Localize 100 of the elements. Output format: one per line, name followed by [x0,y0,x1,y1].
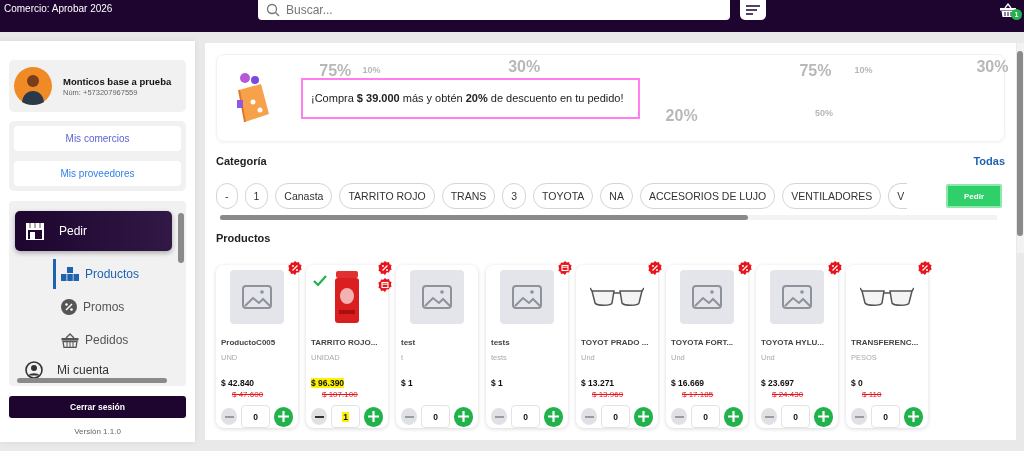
product-price: $ 23.697 [761,378,795,389]
category-chip[interactable]: VENTILADORES [782,183,882,209]
product-name: TOYOTA FORT... [671,338,735,347]
quantity-field[interactable]: 0 [601,405,630,428]
menu-icon [746,5,760,15]
product-name: TOYOT PRADO ... [581,338,650,347]
logout-button[interactable]: Cerrar sesión [9,396,186,418]
section-title: Productos [216,232,272,244]
product-price: $ 96.390 [311,378,345,389]
minus-icon [314,415,324,418]
increase-button[interactable] [453,406,473,427]
category-chip[interactable]: 3 [502,183,527,209]
category-chip[interactable]: - [216,183,238,209]
increase-button[interactable] [813,406,833,427]
decor-percent-text: 30% [508,58,541,77]
category-chip[interactable]: TOYOTA [533,183,594,209]
product-price: $ 0 [851,378,863,389]
product-price: $ 1 [491,378,503,389]
minus-icon [224,415,234,418]
section-title: Categoría [216,155,267,167]
old-price: $ 13.969 [592,390,625,400]
scrollbar[interactable] [17,378,167,383]
sidebar-link-button[interactable]: Mis proveedores [14,161,181,186]
decrease-button[interactable] [311,408,328,425]
product-name: tests [491,338,511,347]
user-icon [25,361,43,379]
quantity-field[interactable]: 0 [241,405,270,428]
category-chip[interactable]: 1 [244,183,269,209]
sidebar-link-button[interactable]: Mis comercios [14,126,181,151]
plus-icon [547,411,559,422]
plus-icon [817,411,829,422]
menu-button[interactable] [740,0,766,20]
decor-percent-text: 20% [665,106,698,125]
minus-icon [584,415,594,418]
product-name: TARRITO ROJO... [311,338,379,347]
quantity-field[interactable]: 0 [421,405,450,428]
plus-icon [727,411,739,422]
store-icon [25,222,45,240]
nav-item[interactable]: Pedir [15,211,172,251]
category-chip[interactable]: TRANS [441,183,496,209]
old-price: $ 17.185 [682,390,715,400]
store-title: Comercio: Aprobar 2026 [4,3,114,14]
minus-icon [764,415,774,418]
decor-percent-text: 75% [799,61,832,80]
product-price: $ 1 [401,378,413,389]
scrollbar[interactable] [220,215,997,220]
search-icon [266,3,280,17]
decor-percent-text: 75% [319,61,352,80]
old-price: $ 24.430 [772,390,805,400]
increase-button[interactable] [273,406,293,427]
image-placeholder-icon [230,270,284,324]
quantity-field[interactable]: 0 [691,405,720,428]
quantity-field[interactable]: 0 [511,405,540,428]
image-placeholder-icon [680,270,734,324]
product-name: TRANSFERENC... [851,338,920,347]
category-chip[interactable]: ACCESORIOS DE LUJO [639,183,776,209]
product-name: ProductoC005 [221,338,277,347]
product-name: test [401,338,417,347]
category-chip[interactable]: NA [600,183,633,209]
search-field[interactable]: Buscar... [258,0,730,20]
increase-button[interactable] [543,406,563,427]
increase-button[interactable] [633,406,653,427]
category-chip[interactable]: TARRITO ROJO [339,183,435,209]
increase-button[interactable] [723,406,743,427]
all-categories-link[interactable]: Todas [973,155,1005,167]
nav-item[interactable]: Mi cuenta [15,358,172,382]
quantity-field[interactable]: 1 [331,405,360,428]
nav-subitem[interactable]: Pedidos [53,325,172,355]
profile-name: Monticos base a prueba [63,75,172,87]
plus-icon [277,411,289,422]
decor-percent-text: 50% [815,108,834,119]
plus-icon [457,411,469,422]
image-placeholder-icon [500,270,554,324]
quantity-field[interactable]: 0 [781,405,810,428]
old-price: $ 110 [862,390,883,400]
version-label: Versión 1.1.0 [73,427,122,436]
nav-subitem[interactable]: Productos [53,259,172,289]
basket-icon [61,332,79,348]
minus-icon [854,415,864,418]
increase-button[interactable] [363,406,383,427]
scrollbar[interactable] [1017,43,1024,253]
promo-message: ¡Compra $ 39.000 más y obtén 20% de descuento en tu pedido! [301,77,640,119]
product-name: TOYOTA HYLU... [761,338,825,347]
plus-icon [907,411,919,422]
percent-icon [61,299,77,315]
quantity-field[interactable]: 0 [871,405,900,428]
minus-icon [674,415,684,418]
category-chip[interactable]: V [888,183,908,209]
boxes-icon [61,267,79,281]
decor-percent-text: 10% [362,65,381,76]
increase-button[interactable] [903,406,923,427]
product-price: $ 42.840 [221,378,255,389]
decor-percent-text: 10% [854,65,873,76]
old-price: $ 47.600 [232,390,265,400]
plus-icon [367,411,379,422]
image-placeholder-icon [770,270,824,324]
nav-subitem[interactable]: Promos [53,292,172,322]
decor-percent-text: 30% [976,58,1009,77]
minus-icon [404,415,414,418]
category-chip[interactable]: Canasta [275,183,333,209]
